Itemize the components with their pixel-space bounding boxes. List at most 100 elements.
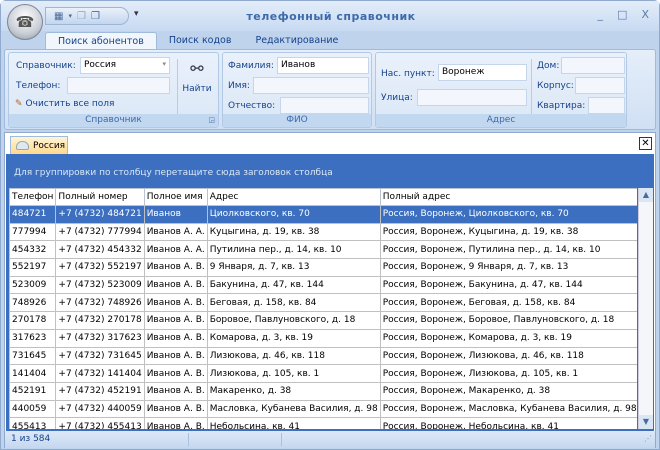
group-label-fio: ФИО — [223, 114, 371, 127]
group-fio: Фамилия: Иванов Имя: Отчество: ФИО — [222, 52, 372, 128]
table-row[interactable]: 777994 +7 (4732) 777994 Иванов А. А. Куцыги… — [9, 222, 637, 242]
phone-icon: ☎ — [15, 13, 35, 31]
column-header[interactable]: Телефон — [9, 188, 57, 206]
table-cell: 270178 — [9, 311, 57, 330]
table-row[interactable]: 484721 +7 (4732) 484721 Иванов Циолковского… — [9, 205, 637, 224]
tab-search-subscribers[interactable]: Поиск абонентов — [45, 32, 157, 50]
table-cell: Россия, Воронеж, Куцыгина, д. 19, кв. 38 — [379, 222, 637, 242]
table-row[interactable]: 452191 +7 (4732) 452191 Иванов А. В. Макаре… — [9, 381, 637, 401]
close-doc-button[interactable]: ✕ — [639, 137, 652, 150]
scroll-down-icon[interactable]: ▼ — [639, 415, 653, 429]
table-row[interactable]: 270178 +7 (4732) 270178 Иванов А. В. Борово… — [9, 311, 637, 330]
column-header[interactable]: Полное имя — [143, 188, 208, 206]
find-label: Найти — [182, 84, 212, 94]
column-header[interactable]: Полный адрес — [379, 188, 637, 206]
table-row[interactable]: 455413 +7 (4732) 455413 Иванов А. В. Неболь… — [9, 417, 637, 429]
table-cell: Циолковского, кв. 70 — [206, 205, 381, 224]
directory-label: Справочник: — [16, 61, 76, 71]
find-button[interactable]: ⚯ Найти — [180, 59, 214, 109]
dialog-launcher-icon[interactable]: ◲ — [208, 114, 215, 127]
table-cell: 440059 — [9, 399, 57, 419]
table-cell: Иванов А. А. — [143, 240, 208, 260]
table-cell: +7 (4732) 270178 — [55, 311, 145, 330]
chevron-down-icon: ▾ — [162, 60, 166, 68]
tab-search-codes[interactable]: Поиск кодов — [157, 32, 244, 50]
table-cell: Иванов — [143, 205, 208, 224]
clear-all-label: Очистить все поля — [25, 99, 115, 109]
group-by-panel[interactable]: Для группировки по столбцу перетащите сю… — [6, 154, 654, 188]
table-cell: +7 (4732) 523009 — [55, 275, 145, 295]
table-cell: 9 Января, д. 7, кв. 13 — [206, 258, 381, 277]
ribbon: Справочник: Россия ▾ Телефон: ✎ Очистить в… — [4, 49, 656, 130]
house-input[interactable] — [561, 57, 625, 74]
house-label: Дом: — [537, 61, 560, 71]
group-directory: Справочник: Россия ▾ Телефон: ✎ Очистить в… — [8, 52, 219, 128]
flat-input[interactable] — [588, 97, 625, 114]
street-input[interactable] — [417, 89, 527, 106]
street-label: Улица: — [381, 93, 413, 103]
table-row[interactable]: 454332 +7 (4732) 454332 Иванов А. А. Путили… — [9, 240, 637, 260]
data-grid: Для группировки по столбцу перетащите сю… — [6, 154, 654, 431]
vertical-scrollbar[interactable]: ▲ ▼ — [638, 188, 653, 429]
table-cell: Россия, Воронеж, Небольсина, кв. 41 — [379, 417, 637, 429]
group-label-address: Адрес — [376, 114, 626, 127]
table-cell: +7 (4732) 317623 — [55, 328, 145, 348]
table-row[interactable]: 523009 +7 (4732) 523009 Иванов А. В. Бакуни… — [9, 275, 637, 295]
table-cell: Россия, Воронеж, Боровое, Павлуновского,… — [379, 311, 637, 330]
table-cell: Россия, Воронеж, Лизюкова, д. 105, кв. 1 — [379, 364, 637, 383]
directory-select[interactable]: Россия ▾ — [80, 57, 170, 74]
table-cell: Бакунина, д. 47, кв. 144 — [206, 275, 381, 295]
document-area: Россия ✕ Для группировки по столбцу пере… — [4, 132, 656, 448]
scroll-up-icon[interactable]: ▲ — [639, 188, 653, 202]
close-button[interactable]: X — [641, 8, 649, 21]
table-row[interactable]: 552197 +7 (4732) 552197 Иванов А. В. 9 Янва… — [9, 258, 637, 277]
title-bar: ▦ ▾ ❐ ❐ ▾ телефонный справочник _ □ X — [1, 1, 659, 31]
building-input[interactable] — [575, 77, 625, 94]
table-cell: Иванов А. А. — [143, 222, 208, 242]
table-cell: 523009 — [9, 275, 57, 295]
table-cell: Иванов А. В. — [143, 258, 208, 277]
table-cell: +7 (4732) 777994 — [55, 222, 145, 242]
table-cell: Иванов А. В. — [143, 399, 208, 419]
column-header[interactable]: Полный номер — [55, 188, 145, 206]
city-input[interactable]: Воронеж — [438, 64, 527, 81]
doc-tab-russia[interactable]: Россия — [10, 136, 68, 154]
table-cell: +7 (4732) 731645 — [55, 346, 145, 366]
table-cell: Лизюкова, д. 46, кв. 118 — [206, 346, 381, 366]
table-cell: 455413 — [9, 417, 57, 429]
last-name-input[interactable]: Иванов — [277, 57, 369, 74]
app-window: ▦ ▾ ❐ ❐ ▾ телефонный справочник _ □ X ☎ По… — [0, 0, 660, 450]
folder-icon — [16, 141, 29, 150]
table-row[interactable]: 440059 +7 (4732) 440059 Иванов А. В. Маслов… — [9, 399, 637, 419]
table-row[interactable]: 748926 +7 (4732) 748926 Иванов А. В. Бегова… — [9, 293, 637, 313]
first-name-input[interactable] — [253, 77, 369, 94]
table-cell: Макаренко, д. 38 — [206, 381, 381, 401]
phone-input[interactable] — [67, 77, 170, 94]
column-header[interactable]: Адрес — [206, 188, 381, 206]
table-cell: +7 (4732) 440059 — [55, 399, 145, 419]
app-menu-button[interactable]: ☎ — [7, 4, 43, 40]
maximize-button[interactable]: □ — [617, 8, 627, 21]
middle-name-input[interactable] — [280, 97, 369, 114]
table-cell: Россия, Воронеж, Макаренко, д. 38 — [379, 381, 637, 401]
table-row[interactable]: 317623 +7 (4732) 317623 Иванов А. В. Комаро… — [9, 328, 637, 348]
clear-all-button[interactable]: ✎ Очистить все поля — [15, 99, 114, 109]
table-row[interactable]: 141404 +7 (4732) 141404 Иванов А. В. Лизюко… — [9, 364, 637, 383]
tab-edit[interactable]: Редактирование — [243, 32, 350, 50]
table-cell: 452191 — [9, 381, 57, 401]
table-cell: Беговая, д. 158, кв. 84 — [206, 293, 381, 313]
table-cell: Куцыгина, д. 19, кв. 38 — [206, 222, 381, 242]
resize-grip-icon[interactable]: ⋰ — [644, 434, 652, 443]
table-cell: Боровое, Павлуновского, д. 18 — [206, 311, 381, 330]
table-cell: Россия, Воронеж, Циолковского, кв. 70 — [379, 205, 637, 224]
table-cell: 731645 — [9, 346, 57, 366]
minimize-button[interactable]: _ — [598, 8, 604, 21]
results-table: Телефон Полный номер Полное имя Адрес Полный… — [9, 188, 637, 429]
first-name-label: Имя: — [228, 81, 250, 91]
table-cell: Масловка, Кубанева Василия, д. 98 — [206, 399, 381, 419]
last-name-label: Фамилия: — [228, 61, 274, 71]
table-row[interactable]: 731645 +7 (4732) 731645 Иванов А. В. Лизюко… — [9, 346, 637, 366]
table-cell: Иванов А. В. — [143, 328, 208, 348]
table-cell: 777994 — [9, 222, 57, 242]
table-cell: 552197 — [9, 258, 57, 277]
